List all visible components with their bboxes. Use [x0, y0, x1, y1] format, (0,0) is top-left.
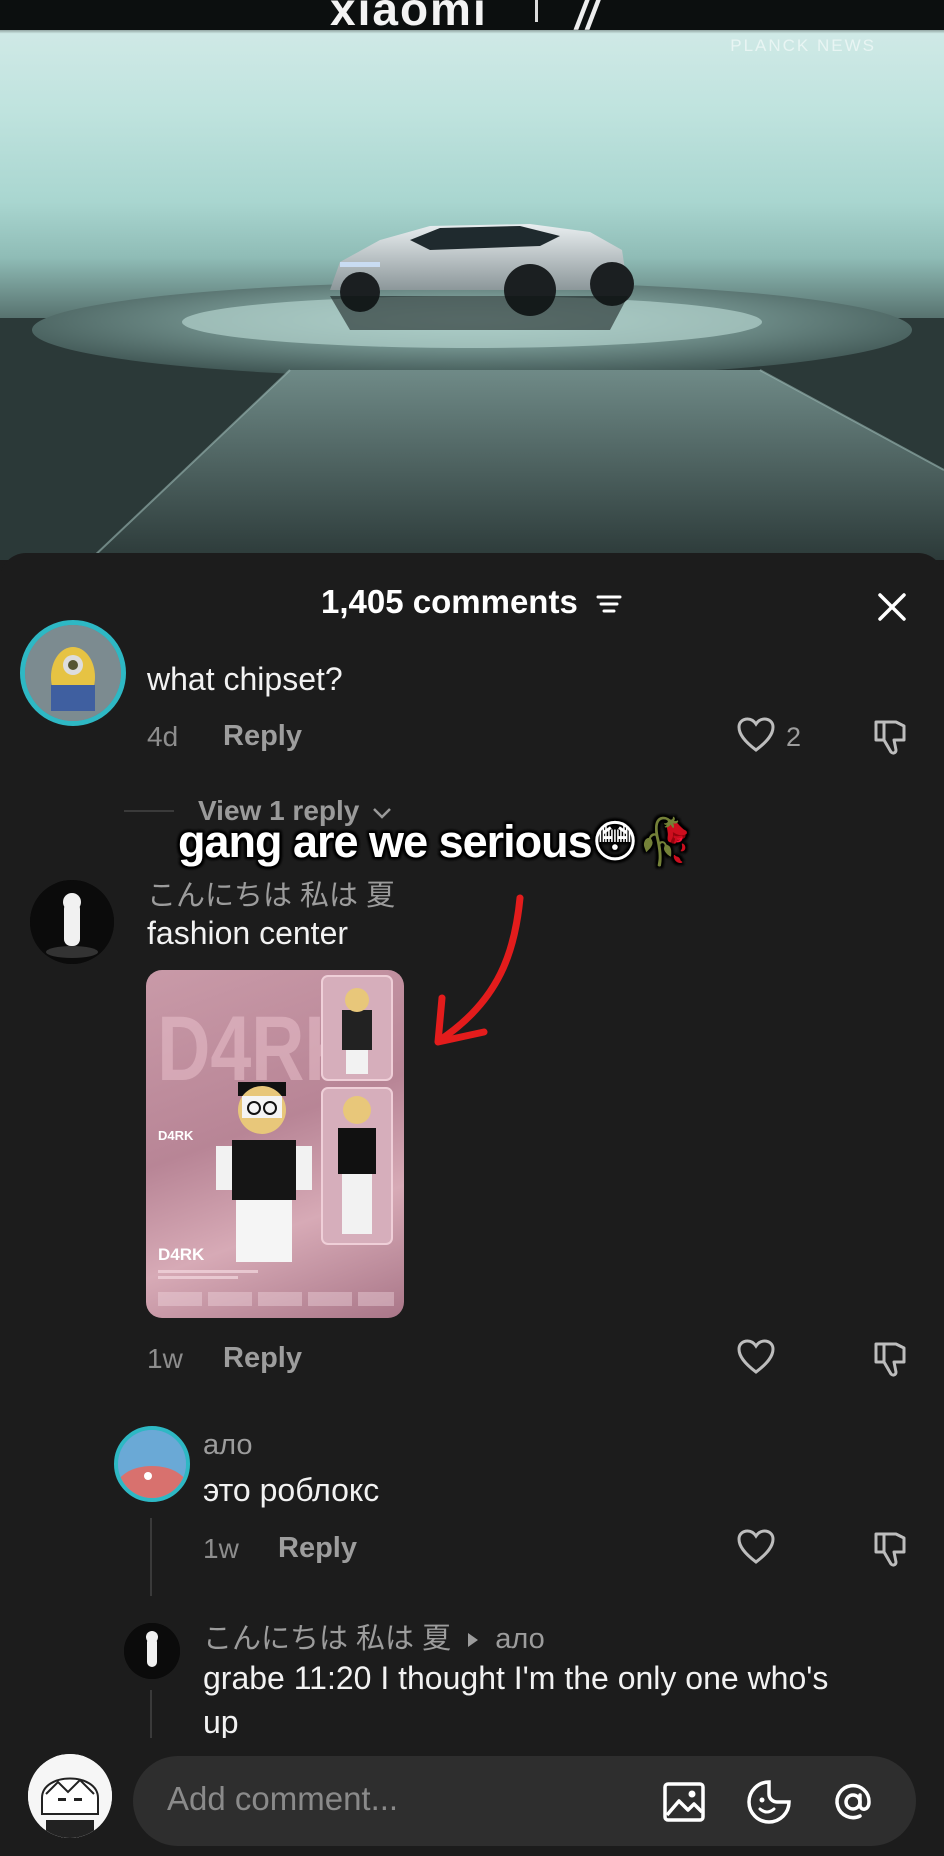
reply-avatar-image	[118, 1430, 186, 1498]
reply-username-label[interactable]: こんにちは 私は 夏	[203, 1623, 451, 1655]
car-showroom-scene	[0, 224, 944, 560]
reply-text: это роблокс	[203, 1472, 380, 1508]
dislike-icon[interactable]	[870, 716, 912, 758]
heart-icon[interactable]	[736, 1528, 776, 1566]
comment-composer: Add comment...	[0, 1738, 944, 1856]
comment-username[interactable]: こんにちは 私は 夏	[147, 872, 395, 914]
overlay-caption: gang are we serious😳🥀	[178, 816, 694, 867]
reply-text: grabe 11:20 I thought I'm the only one w…	[203, 1660, 829, 1696]
avatar[interactable]	[114, 1426, 190, 1502]
reply-button[interactable]: Reply	[223, 1342, 302, 1375]
brand-mark: //	[575, 0, 598, 38]
brand-logo: xiaomi	[330, 0, 488, 35]
reply-username[interactable]: ало	[203, 1429, 253, 1462]
heart-icon[interactable]	[736, 716, 776, 754]
comment-time: 1w	[147, 1343, 183, 1374]
brand-divider	[535, 0, 538, 22]
red-arrow-annotation	[434, 894, 524, 1046]
comments-count: 1,405 comments	[321, 583, 578, 620]
dislike-icon[interactable]	[870, 1528, 912, 1570]
comment-text: fashion center	[147, 915, 349, 951]
replies-divider	[124, 810, 174, 812]
reply-to-username[interactable]: ало	[495, 1623, 545, 1655]
comments-header: 1,405 comments	[0, 583, 944, 621]
reply-text-line2: up	[203, 1704, 239, 1740]
video-player[interactable]: xiaomi // PLANCK NEWS	[0, 0, 944, 560]
user-avatar[interactable]	[28, 1754, 112, 1838]
reply-to-arrow-icon	[468, 1633, 479, 1648]
figure-avatar-image	[124, 1623, 180, 1679]
reply-button[interactable]: Reply	[223, 720, 302, 753]
d4rk-poster-image: D4RK D4RK D4RK	[157, 975, 394, 1306]
image-icon[interactable]	[661, 1779, 707, 1825]
sort-lines-icon[interactable]	[595, 592, 623, 616]
comment-input-placeholder: Add comment...	[167, 1780, 399, 1817]
reply-time: 1w	[203, 1533, 239, 1564]
like-count: 2	[786, 722, 802, 752]
reply-button[interactable]: Reply	[278, 1532, 357, 1565]
poster-label-small: D4RK	[158, 1128, 194, 1143]
poster-label: D4RK	[158, 1245, 205, 1264]
thread-line	[150, 1518, 152, 1596]
minion-avatar-image	[25, 625, 121, 721]
comment-image[interactable]: D4RK D4RK D4RK	[146, 970, 404, 1318]
dislike-icon[interactable]	[870, 1338, 912, 1380]
comment-text: what chipset?	[147, 661, 343, 697]
reply-username: こんにちは 私は 夏 ало	[203, 1615, 545, 1657]
heart-icon[interactable]	[736, 1338, 776, 1376]
anime-avatar-image	[28, 1754, 112, 1838]
mention-icon[interactable]	[829, 1778, 877, 1826]
comment-time: 4d	[147, 721, 179, 752]
comment-input[interactable]: Add comment...	[133, 1756, 916, 1846]
close-icon[interactable]	[872, 587, 912, 627]
figure-avatar-image	[30, 880, 114, 964]
sticker-icon[interactable]	[745, 1778, 793, 1826]
watermark: PLANCK NEWS	[730, 36, 876, 55]
avatar[interactable]	[30, 880, 114, 964]
avatar[interactable]	[20, 620, 126, 726]
avatar[interactable]	[124, 1623, 180, 1679]
thread-line	[150, 1690, 152, 1740]
